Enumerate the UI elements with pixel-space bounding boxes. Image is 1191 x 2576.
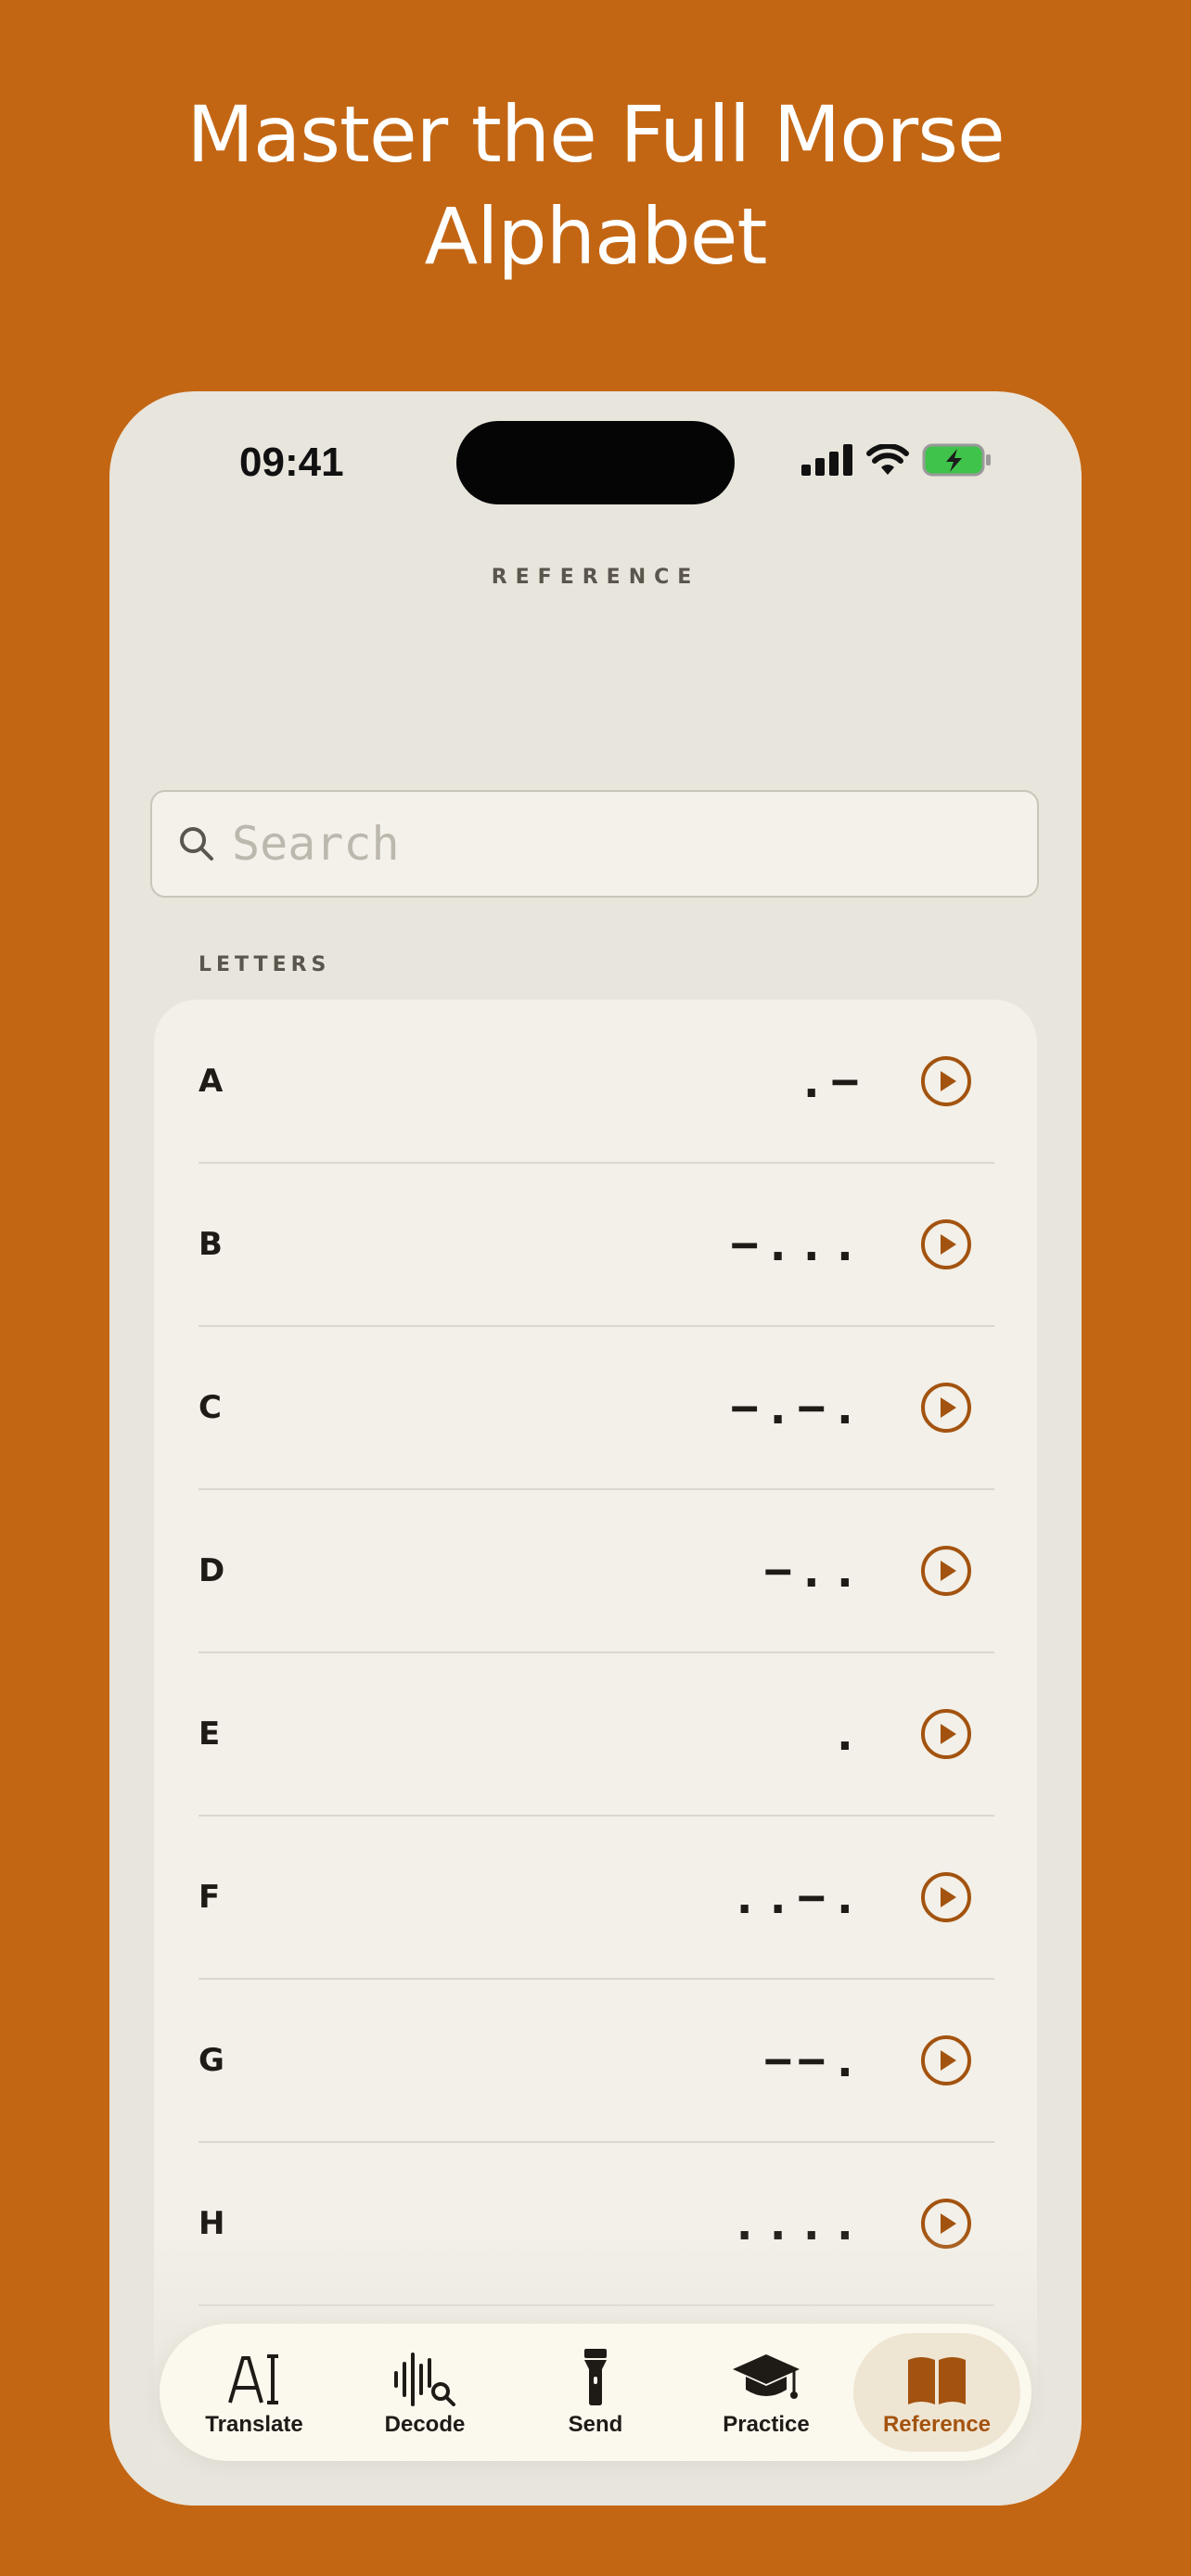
tab-send[interactable]: Send [512,2333,679,2452]
morse-code: −.−. [730,1381,864,1435]
screen-title: REFERENCE [491,566,700,589]
tab-label: Translate [205,2412,303,2437]
list-item: E . [198,1652,994,1817]
wifi-icon [866,444,909,475]
letter-label: B [198,1226,224,1263]
book-icon [908,2357,966,2404]
morse-code: −... [730,1218,864,1271]
list-item: A .− [198,1000,994,1164]
flashlight-icon [584,2349,607,2405]
tab-reference[interactable]: Reference [853,2333,1020,2452]
text-cursor-icon [228,2354,278,2404]
play-icon[interactable] [920,1708,972,1760]
headline-line-1: Master the Full Morse [186,89,1005,180]
letter-label: G [198,2042,226,2079]
search-icon [180,827,213,861]
cellular-signal-icon [801,444,852,476]
tab-decode[interactable]: Decode [341,2333,508,2452]
section-label-letters: LETTERS [198,953,331,976]
status-time: 09:41 [239,440,344,485]
phone-screen: 09:41 REFERENCE LETTERS A .− [109,391,1082,2506]
tab-label: Send [568,2412,623,2437]
tab-label: Reference [882,2412,992,2437]
letter-label: D [198,1552,227,1589]
morse-code: .− [797,1054,864,1108]
tab-translate[interactable]: Translate [171,2333,338,2452]
tab-bar: Translate Decode Send Practice Reference [160,2324,1031,2461]
graduation-cap-icon [733,2354,800,2399]
battery-charging-icon [922,443,991,477]
search-input[interactable] [232,817,992,871]
list-item: D −.. [198,1489,994,1653]
play-icon[interactable] [920,1871,972,1923]
list-item: G −−. [198,1979,994,2143]
tab-practice[interactable]: Practice [683,2333,850,2452]
tab-label: Decode [384,2412,466,2437]
letter-label: F [198,1879,223,1916]
search-field[interactable] [150,790,1039,898]
play-icon[interactable] [920,1218,972,1270]
letter-label: E [198,1715,223,1753]
letter-label: A [198,1063,225,1100]
waveform-search-icon [394,2353,455,2406]
dynamic-island [456,421,735,504]
letter-label: C [198,1389,224,1426]
list-item: F ..−. [198,1816,994,1980]
list-item: C −.−. [198,1326,994,1490]
play-icon[interactable] [920,1545,972,1597]
status-icons [801,443,992,477]
headline-line-2: Alphabet [424,191,768,282]
marketing-headline: Master the Full Morse Alphabet [0,83,1191,287]
play-icon[interactable] [920,2034,972,2086]
play-icon[interactable] [920,1055,972,1107]
play-icon[interactable] [920,1382,972,1434]
morse-code: −.. [763,1544,864,1598]
morse-code: . [830,1707,864,1761]
morse-code: −−. [763,2034,864,2087]
list-item: B −... [198,1163,994,1327]
morse-code: ..−. [730,1870,864,1924]
tab-label: Practice [723,2412,810,2437]
